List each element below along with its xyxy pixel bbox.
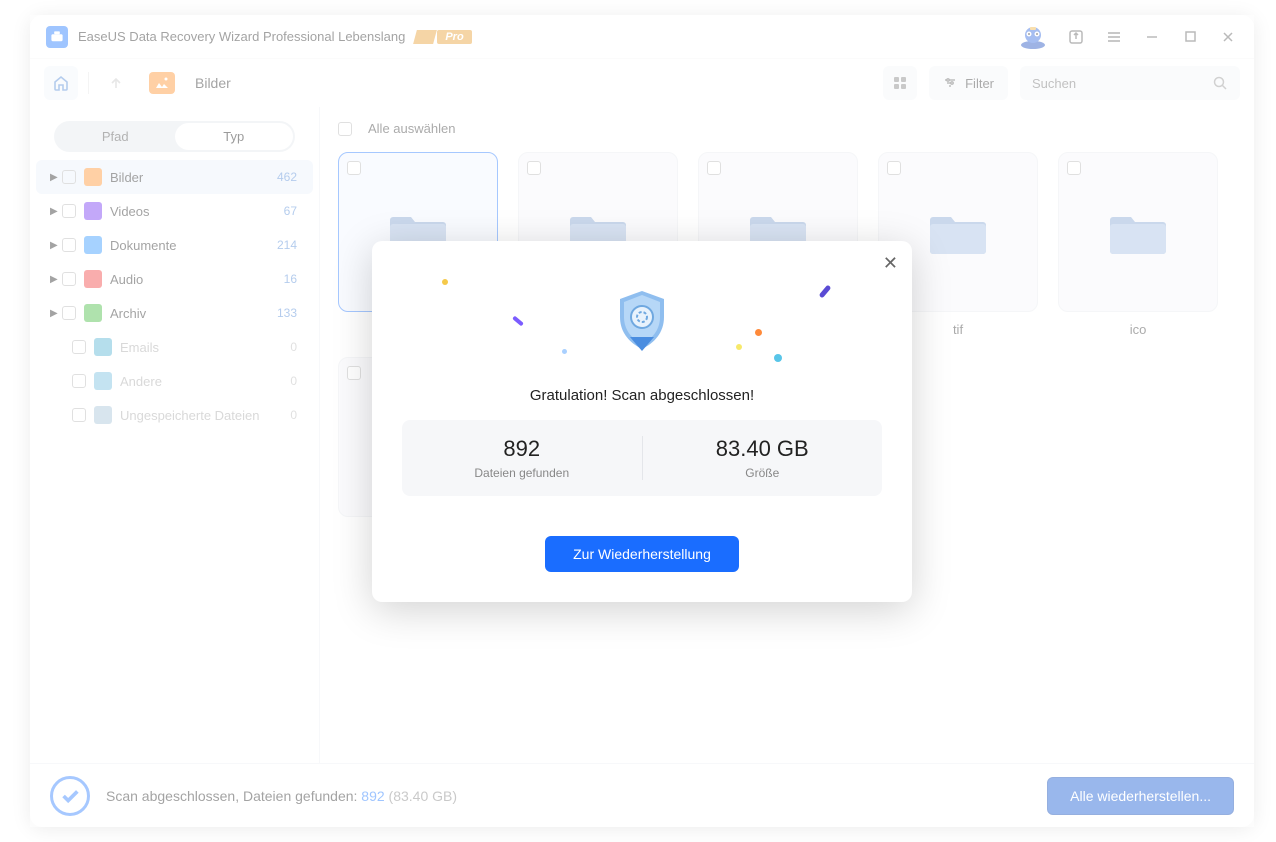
modal-recover-button[interactable]: Zur Wiederherstellung bbox=[545, 536, 739, 572]
modal-overlay: ✕ Gratulation! Scan abgeschlossen! bbox=[30, 15, 1254, 827]
stat-size-value: 83.40 GB bbox=[643, 436, 883, 462]
scan-complete-modal: ✕ Gratulation! Scan abgeschlossen! bbox=[372, 241, 912, 602]
stat-files-label: Dateien gefunden bbox=[402, 466, 642, 480]
stat-files-value: 892 bbox=[402, 436, 642, 462]
app-window: EaseUS Data Recovery Wizard Professional… bbox=[30, 15, 1254, 827]
modal-hero-icon bbox=[402, 259, 882, 379]
modal-title: Gratulation! Scan abgeschlossen! bbox=[402, 387, 882, 404]
modal-stats: 892 Dateien gefunden 83.40 GB Größe bbox=[402, 420, 882, 496]
stat-size-label: Größe bbox=[643, 466, 883, 480]
modal-close-button[interactable]: ✕ bbox=[883, 253, 898, 274]
